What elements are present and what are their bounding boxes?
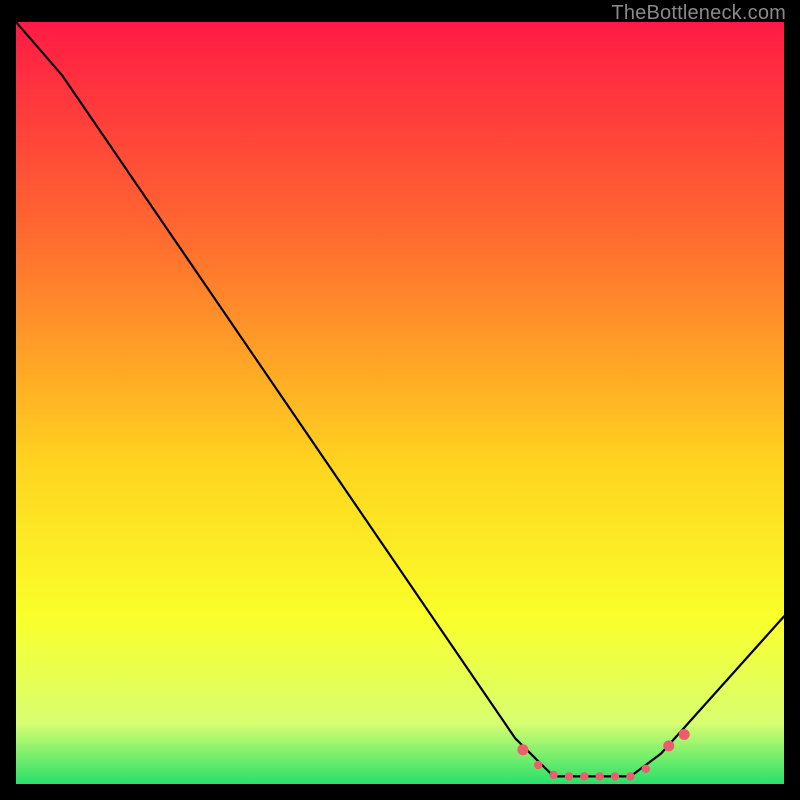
- chart-frame: TheBottleneck.com: [0, 0, 800, 800]
- accent-dot: [611, 772, 619, 780]
- accent-dot: [565, 772, 573, 780]
- accent-dot: [626, 772, 634, 780]
- accent-dot: [549, 771, 557, 779]
- accent-dot: [580, 772, 588, 780]
- accent-dot: [517, 744, 528, 755]
- accent-dot: [642, 765, 650, 773]
- chart-plot-area: [16, 22, 784, 784]
- accent-dot: [679, 729, 690, 740]
- accent-dot: [663, 740, 674, 751]
- accent-dot: [596, 772, 604, 780]
- gradient-background: [16, 22, 784, 784]
- chart-svg: [16, 22, 784, 784]
- watermark-label: TheBottleneck.com: [611, 2, 786, 25]
- accent-dot: [534, 761, 542, 769]
